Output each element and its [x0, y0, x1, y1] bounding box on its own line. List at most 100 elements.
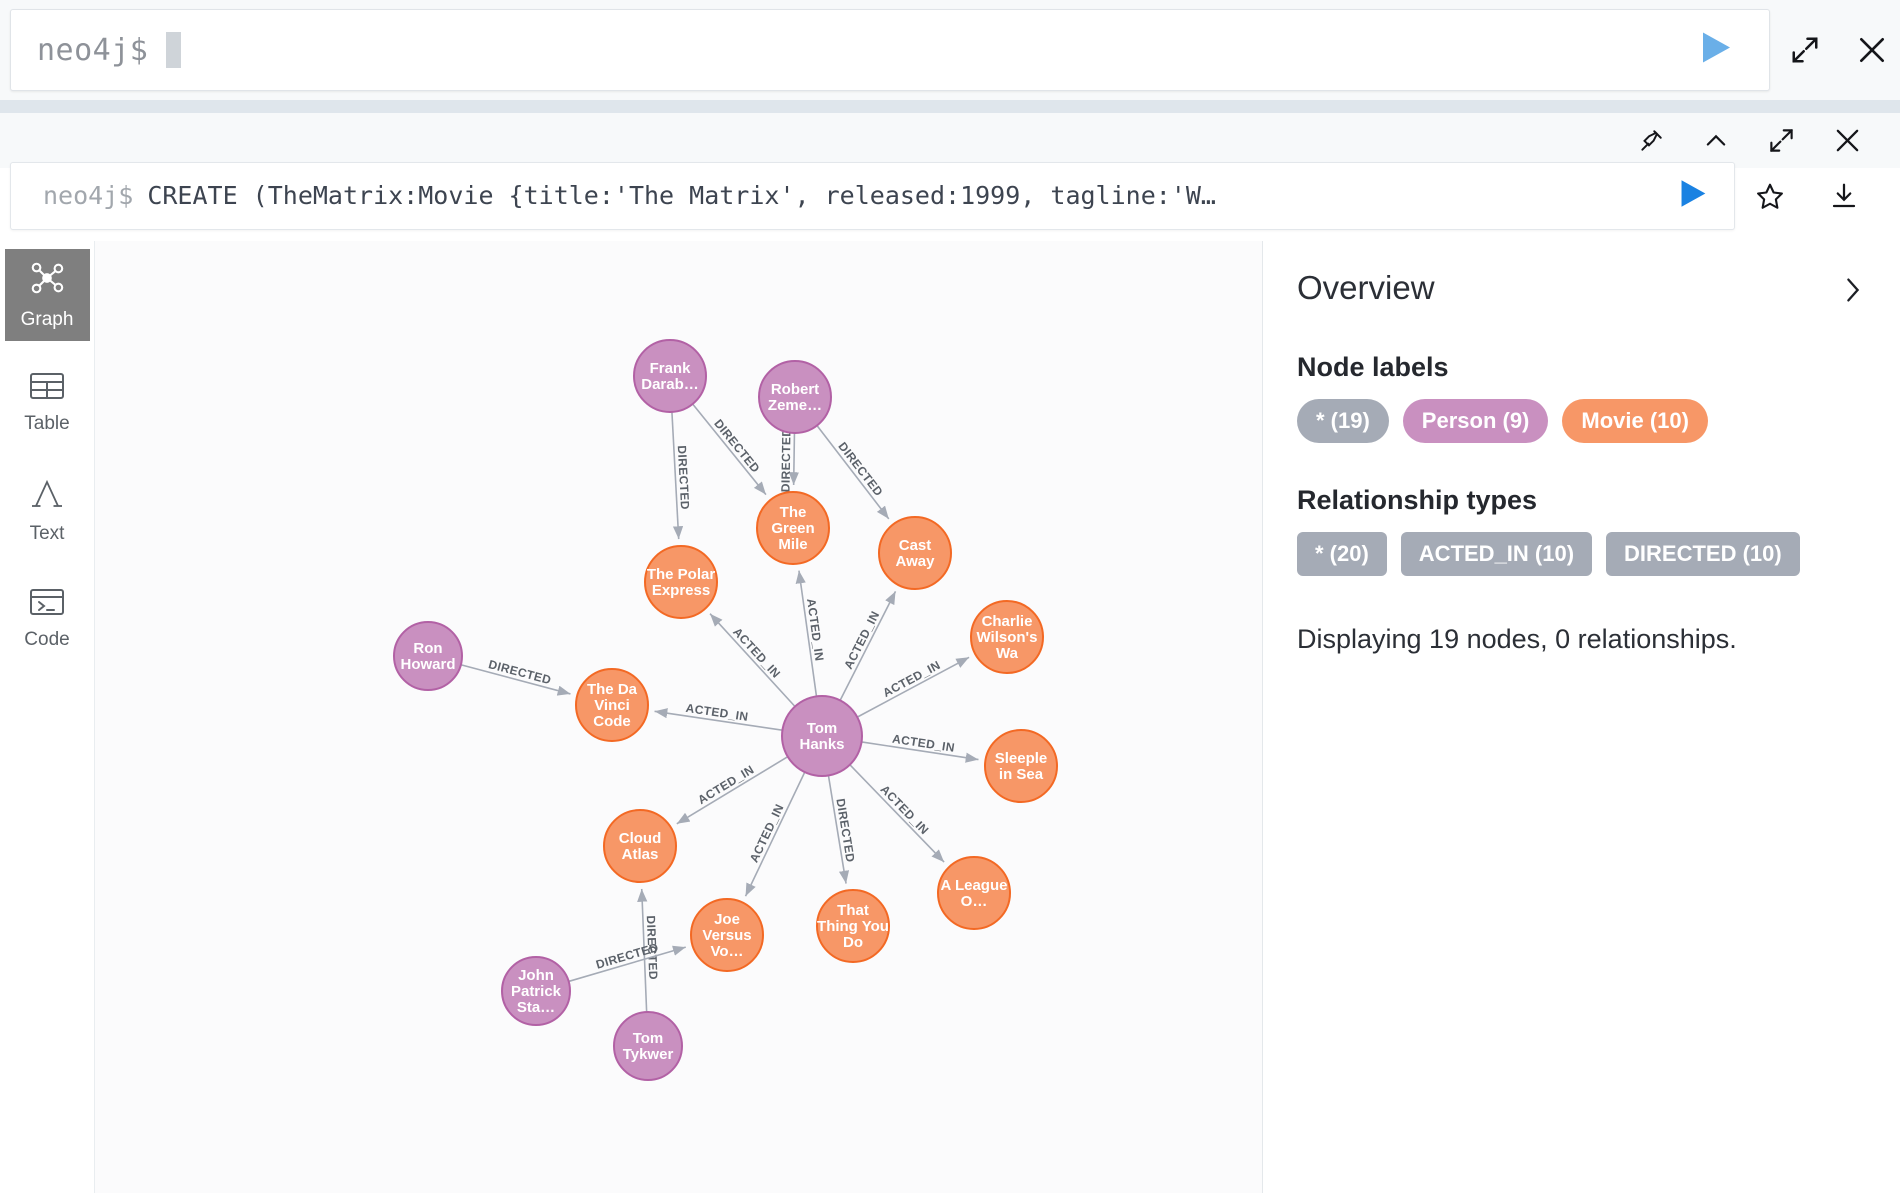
play-icon[interactable]	[1699, 30, 1733, 71]
relationship-line[interactable]	[744, 771, 806, 897]
graph-node[interactable]: That Thing You Do	[816, 889, 890, 963]
status-text: Displaying 19 nodes, 0 relationships.	[1297, 623, 1737, 654]
editor-window-controls	[1790, 0, 1888, 100]
relationship-label: ACTED_IN	[880, 658, 942, 700]
graph-node[interactable]: Tom Tykwer	[613, 1011, 683, 1081]
chevron-right-icon[interactable]	[1840, 269, 1866, 310]
node-label-badge[interactable]: * (19)	[1297, 399, 1389, 443]
chevron-up-icon[interactable]	[1702, 127, 1730, 155]
relationship-line[interactable]	[849, 764, 945, 863]
graph-node[interactable]: Ron Howard	[393, 621, 463, 691]
node-circle[interactable]	[984, 729, 1058, 803]
graph-node[interactable]: John Patrick Sta…	[501, 956, 571, 1026]
main-editor-bar: neo4j$	[0, 0, 1900, 100]
relationship-label: DIRECTED	[779, 428, 794, 493]
relationship-label: DIRECTED	[835, 439, 885, 499]
main-query-editor[interactable]: neo4j$	[10, 9, 1770, 91]
frame-query-row: neo4j$ CREATE (TheMatrix:Movie {title:'T…	[0, 158, 1900, 233]
graph-node[interactable]: Cloud Atlas	[603, 809, 677, 883]
graph-node[interactable]: Cast Away	[878, 516, 952, 590]
sidebar-item-text[interactable]: Text	[5, 465, 90, 557]
relationship-label: ACTED_IN	[878, 782, 932, 837]
sidebar-item-label: Graph	[20, 309, 74, 330]
sidebar-item-table[interactable]: Table	[5, 357, 90, 449]
text-icon	[30, 477, 64, 516]
result-frame: neo4j$ CREATE (TheMatrix:Movie {title:'T…	[0, 113, 1900, 1193]
frame-query-text: CREATE (TheMatrix:Movie {title:'The Matr…	[147, 181, 1216, 210]
node-circle[interactable]	[878, 516, 952, 590]
node-circle[interactable]	[970, 600, 1044, 674]
frame-query-actions	[1755, 158, 1859, 233]
relationship-label: ACTED_IN	[747, 802, 787, 865]
node-circle[interactable]	[690, 898, 764, 972]
node-circle[interactable]	[644, 545, 718, 619]
overview-panel: Overview Node labels * (19) Person (9) Mov…	[1262, 241, 1900, 1193]
node-circle[interactable]	[613, 1011, 683, 1081]
graph-node[interactable]: The Polar Express	[644, 545, 718, 619]
relationship-label: ACTED_IN	[841, 609, 882, 672]
node-circle[interactable]	[633, 339, 707, 413]
node-label-badge[interactable]: Person (9)	[1402, 399, 1549, 443]
node-labels-heading: Node labels	[1297, 352, 1449, 382]
text-cursor	[166, 32, 182, 68]
node-circle[interactable]	[393, 621, 463, 691]
relationship-line[interactable]	[692, 403, 767, 496]
relationship-label: DIRECTED	[487, 657, 553, 687]
node-circle[interactable]	[501, 956, 571, 1026]
table-icon	[29, 371, 65, 406]
relationship-label: DIRECTED	[711, 417, 762, 476]
relationship-line[interactable]	[788, 432, 799, 486]
node-circle[interactable]	[575, 668, 649, 742]
expand-icon[interactable]	[1790, 35, 1820, 65]
graph-icon	[28, 259, 66, 302]
relationship-type-badge[interactable]: * (20)	[1297, 531, 1387, 576]
relationship-types-heading: Relationship types	[1297, 484, 1538, 515]
graph-node[interactable]: Joe Versus Vo…	[690, 898, 764, 972]
star-icon[interactable]	[1755, 181, 1785, 211]
relationship-line[interactable]	[856, 656, 970, 718]
relationship-label: ACTED_IN	[730, 625, 783, 681]
download-icon[interactable]	[1829, 181, 1859, 211]
close-icon[interactable]	[1833, 126, 1862, 155]
graph-node[interactable]: Robert Zeme…	[758, 360, 832, 434]
node-circle[interactable]	[937, 856, 1011, 930]
sidebar-item-label: Text	[29, 523, 65, 544]
pin-icon[interactable]	[1638, 128, 1664, 154]
node-circle[interactable]	[816, 889, 890, 963]
graph-node[interactable]: Tom Hanks	[781, 695, 863, 777]
view-mode-sidebar: Graph Table Text Code	[0, 241, 95, 1193]
graph-node[interactable]: Sleeple in Sea	[984, 729, 1058, 803]
relationship-type-badge[interactable]: ACTED_IN (10)	[1400, 531, 1593, 576]
graph-node[interactable]: A League O…	[937, 856, 1011, 930]
node-label-badge[interactable]: Movie (10)	[1562, 399, 1708, 443]
graph-node[interactable]: Charlie Wilson's Wa	[970, 600, 1044, 674]
editor-prompt: neo4j$	[37, 32, 149, 68]
graph-visualization[interactable]: DIRECTED DIRECTED DIRECTED DIRECTED DIRECTED…	[95, 241, 1262, 1193]
play-icon[interactable]	[1678, 177, 1708, 214]
panel-divider	[0, 100, 1900, 113]
frame-query-display[interactable]: neo4j$ CREATE (TheMatrix:Movie {title:'T…	[10, 161, 1735, 230]
close-icon[interactable]	[1856, 34, 1888, 66]
relationship-type-badge[interactable]: DIRECTED (10)	[1606, 531, 1800, 576]
sidebar-item-label: Code	[24, 629, 70, 650]
expand-icon[interactable]	[1768, 127, 1795, 154]
overview-header: Overview	[1297, 269, 1866, 310]
node-circle[interactable]	[758, 360, 832, 434]
relationship-label: ACTED_IN	[695, 762, 756, 807]
relationship-line[interactable]	[816, 425, 890, 520]
sidebar-item-graph[interactable]: Graph	[4, 249, 90, 341]
graph-node[interactable]: The Da Vinci Code	[575, 668, 649, 742]
graph-node[interactable]: Frank Darab…	[633, 339, 707, 413]
graph-svg: DIRECTED DIRECTED DIRECTED DIRECTEDDIRECTED…	[393, 339, 1058, 1081]
graph-node[interactable]: The Green Mile	[756, 491, 830, 565]
node-circle[interactable]	[781, 695, 863, 777]
node-labels-list: * (19) Person (9) Movie (10)	[1297, 399, 1866, 443]
node-circle[interactable]	[756, 491, 830, 565]
code-icon	[29, 587, 65, 622]
page-title: Overview	[1297, 269, 1435, 306]
node-circle[interactable]	[603, 809, 677, 883]
sidebar-item-code[interactable]: Code	[5, 573, 90, 665]
frame-query-prompt: neo4j$	[43, 181, 134, 210]
sidebar-item-label: Table	[24, 413, 70, 434]
relationship-line[interactable]	[709, 613, 796, 708]
